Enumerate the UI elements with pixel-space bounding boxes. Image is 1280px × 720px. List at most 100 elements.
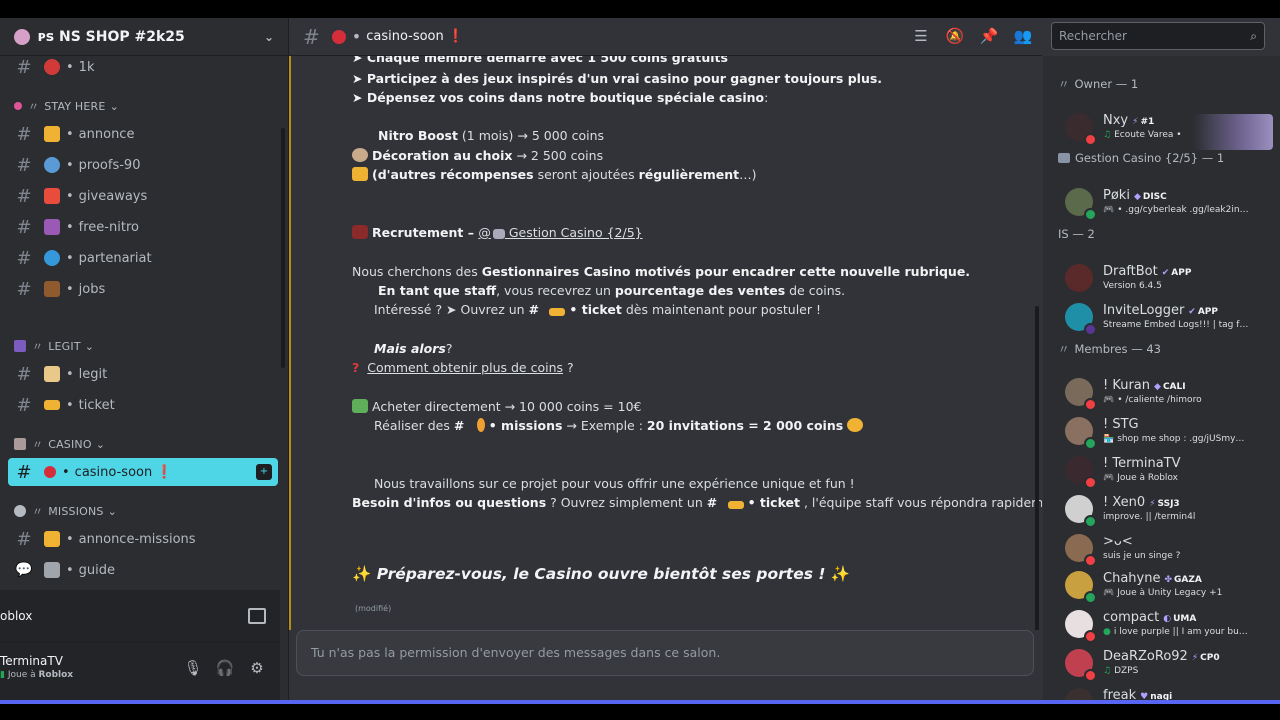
member-item[interactable]: ! TerminaTV 🎮 Joue à Roblox [1065,453,1275,491]
member-name: Chahyne ✤ GAZA [1103,571,1202,586]
party-emoji-icon [44,219,60,235]
channel-mention-ticket[interactable]: # • ticket [529,302,622,317]
ticket-emoji-icon [727,501,744,509]
member-item[interactable]: DeaRZoRo92 ⚡ CP0 ♫ DZPS [1065,646,1275,684]
channel-label: 1k [78,59,95,75]
member-tag: ✔ APP [1161,268,1192,278]
member-item[interactable]: ! Xen0 ⚡ SSJ3 improve. || /termin4l [1065,492,1275,530]
lock-emoji-icon [352,167,368,181]
member-name: >ᴗ< [1103,534,1133,549]
activity-bar[interactable]: oblox [0,590,280,643]
coins-link[interactable]: Comment obtenir plus de coins [367,360,563,375]
message-scrollbar[interactable] [1035,306,1039,630]
ticket-emoji-icon [44,400,60,410]
headphones-icon[interactable]: 🎧 [214,657,236,679]
member-activity: improve. || /termin4l [1103,512,1196,522]
money-emoji-icon [352,399,368,413]
hash-icon: # [16,528,32,550]
channel-guide[interactable]: 💬 • guide [8,556,278,584]
screen-share-icon[interactable] [248,608,266,624]
settings-icon[interactable]: ⚙ [246,657,268,679]
member-name: ! TerminaTV [1103,456,1181,471]
pin-icon[interactable]: 📌 [979,26,999,46]
member-tag: ✤ GAZA [1164,575,1202,585]
message-list: ➤ Chaque membre démarre avec 1 500 coins… [289,56,1042,630]
message-line: Intéressé ? ➤ Ouvrez un # • ticket dès m… [374,302,821,317]
channel-giveaways[interactable]: # • giveaways [8,182,278,210]
member-item[interactable]: Nxy ⚡ #1 ♫ Écoute Varea • [1065,110,1275,148]
channel-mention-missions[interactable]: # • missions [454,418,562,433]
member-activity: 🎮 Joue à Unity Legacy +1 [1103,588,1223,598]
category-legit[interactable]: 〃 LEGIT ⌄ [14,336,94,356]
channel-annonce-missions[interactable]: # • annonce-missions [8,525,278,553]
status-indicator [1084,669,1097,682]
message-highlight-bar [289,56,291,630]
add-member-icon[interactable]: + [256,464,272,480]
member-tag: ◐ UMA [1163,614,1197,624]
recruitment-emoji-icon [352,225,368,239]
member-name: Nxy ⚡ #1 [1103,113,1155,128]
member-name: freak ♥ nagi [1103,688,1173,700]
member-item[interactable]: Chahyne ✤ GAZA 🎮 Joue à Unity Legacy +1 [1065,568,1275,606]
status-indicator [1084,208,1097,221]
message-line: Mais alors? [374,341,453,356]
sidebar-scrollbar[interactable] [281,128,285,368]
discord-app: ᴘs NS SHOP #2k25 ⌄ # • 1k 〃 STAY HERE ⌄ # … [0,18,1280,700]
member-item[interactable]: Pøki ◆ DISC 🎮 • .gg/cyberleak .gg/leak2in… [1065,185,1275,223]
screen-bottom-bar [0,704,1280,720]
screen-top-bar [0,0,1280,18]
member-tag: ✔ APP [1188,307,1219,317]
role-mention[interactable]: @ Gestion Casino {2/5} [478,225,642,240]
chevron-down-icon: ⌄ [95,437,106,451]
channel-proofs-90[interactable]: # • proofs-90 [8,151,278,179]
member-item[interactable]: InviteLogger ✔ APP Streame Embed Logs!!! | … [1065,300,1275,338]
category-stay-here[interactable]: 〃 STAY HERE ⌄ [14,96,119,116]
chevron-down-icon: ⌄ [109,99,119,113]
user-info[interactable]: TerminaTV ▮ Joue à Roblox [0,654,172,682]
chevron-down-icon[interactable]: ⌄ [264,30,274,44]
channel-mention-ticket[interactable]: # • ticket [707,495,800,510]
category-label: MISSIONS [48,504,104,518]
member-name: InviteLogger ✔ APP [1103,303,1219,318]
channel-label: legit [78,366,108,382]
threads-icon[interactable]: ☰ [911,26,931,46]
channel-1k[interactable]: # • 1k [8,56,278,81]
controller-emoji-icon [14,505,26,517]
category-casino[interactable]: 〃 CASINO ⌄ [14,434,105,454]
message-line: Nous travaillons sur ce projet pour vous… [374,476,855,491]
member-item[interactable]: DraftBot ✔ APP Version 6.4.5 [1065,261,1275,299]
sparkles-icon: ✨ [830,565,851,583]
category-missions[interactable]: 〃 MISSIONS ⌄ [14,501,117,521]
channel-ticket[interactable]: # • ticket [8,391,278,419]
channel-annonce[interactable]: # • annonce [8,120,278,148]
member-section: Gestion Casino {2/5} — 1 [1058,151,1224,165]
member-item[interactable]: >ᴗ< suis je un singe ? [1065,531,1275,569]
hash-icon: # [16,56,32,78]
member-section: 〃 Owner — 1 [1058,77,1139,91]
hash-icon: # [16,247,32,269]
member-name: ! STG [1103,417,1139,432]
member-item[interactable]: ! Kuran ◆ CALI 🎮 • /caliente /himoro [1065,375,1275,413]
server-header[interactable]: ᴘs NS SHOP #2k25 ⌄ [0,18,288,56]
status-indicator [1084,398,1097,411]
member-item[interactable]: ! STG 🏪 shop me shop : .gg/jUSmy… [1065,414,1275,452]
status-indicator [1084,515,1097,528]
pin-emoji-icon [476,418,485,432]
mic-icon[interactable]: 🎙 [182,657,204,679]
members-icon[interactable]: 👥 [1013,26,1033,46]
channel-casino-soon[interactable]: # • casino-soon ❗ + [8,458,278,486]
message-line: Nitro Boost (1 mois) → 5 000 coins [378,128,605,143]
edited-label: (modifié) [355,604,392,613]
mute-icon[interactable]: 🔕 [945,26,965,46]
hash-icon: # [16,278,32,300]
muted-bell-emoji-icon [44,531,60,547]
channel-legit[interactable]: # • legit [8,360,278,388]
hash-icon: # [16,185,32,207]
channel-partenariat[interactable]: # • partenariat [8,244,278,272]
hash-icon: # [16,394,32,416]
member-item[interactable]: compact ◐ UMA ● i love purple || I am your b… [1065,607,1275,645]
channel-jobs[interactable]: # • jobs [8,275,278,303]
channel-sidebar: ᴘs NS SHOP #2k25 ⌄ # • 1k 〃 STAY HERE ⌄ # … [0,18,289,700]
channel-free-nitro[interactable]: # • free-nitro [8,213,278,241]
member-item[interactable]: freak♥nagimerci a tte les personnes q… [1065,685,1275,700]
